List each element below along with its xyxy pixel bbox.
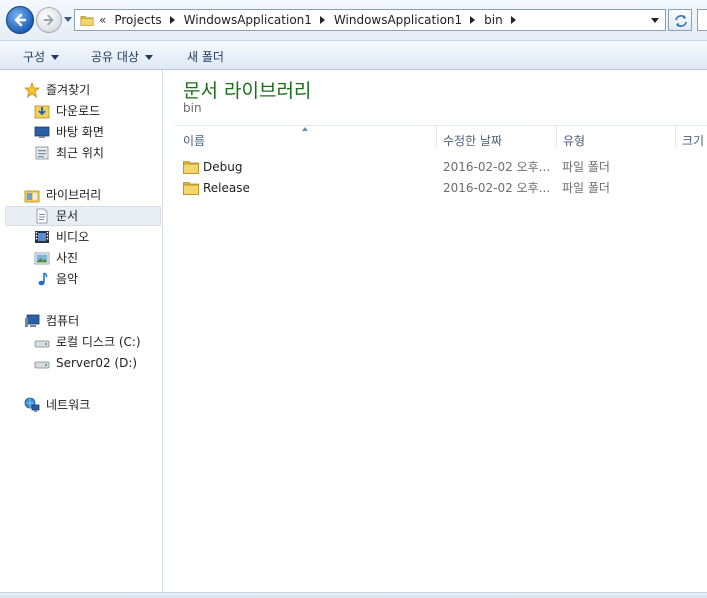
column-header-name[interactable]: 이름 (183, 132, 205, 149)
column-divider[interactable] (436, 126, 437, 148)
selection-highlight (5, 206, 161, 226)
file-name: Debug (203, 160, 243, 174)
drive-icon (34, 361, 50, 369)
pictures-icon (34, 252, 50, 265)
refresh-icon (675, 15, 687, 27)
file-name: Release (203, 181, 250, 195)
breadcrumb-item[interactable]: WindowsApplication1 (334, 13, 484, 27)
nav-label: 로컬 디스크 (C:) (56, 335, 141, 349)
column-header-date[interactable]: 수정한 날짜 (443, 132, 502, 149)
command-bar: 구성 공유 대상 새 폴더 (0, 40, 707, 70)
nav-label: 비디오 (56, 230, 90, 244)
breadcrumb-item[interactable]: WindowsApplication1 (184, 13, 334, 27)
breadcrumb-separator-icon[interactable] (470, 16, 476, 24)
new-folder-button[interactable]: 새 폴더 (187, 48, 224, 65)
breadcrumb-overflow[interactable]: « (99, 13, 106, 27)
nav-label: 다운로드 (56, 104, 101, 118)
organize-button[interactable]: 구성 (23, 48, 60, 65)
forward-arrow-icon (43, 14, 54, 26)
forward-button[interactable] (36, 7, 62, 33)
nav-label: 컴퓨터 (46, 314, 80, 328)
address-row: « Projects WindowsApplication1 WindowsAp… (0, 0, 707, 40)
folder-icon (183, 182, 199, 195)
chevron-down-icon (51, 55, 60, 60)
refresh-button[interactable] (668, 9, 692, 31)
search-input[interactable] (697, 9, 707, 31)
folder-icon (80, 13, 94, 30)
column-divider[interactable] (675, 126, 676, 148)
recent-pages-dropdown[interactable] (64, 17, 72, 22)
documents-icon (36, 208, 48, 224)
download-folder-icon (34, 105, 50, 119)
address-bar[interactable]: « Projects WindowsApplication1 WindowsAp… (74, 9, 666, 31)
sort-ascending-icon (302, 127, 308, 131)
column-header-type[interactable]: 유형 (563, 132, 585, 149)
breadcrumb-label[interactable]: bin (484, 13, 503, 27)
nav-label: 최근 위치 (56, 146, 104, 160)
file-type: 파일 폴더 (562, 160, 610, 174)
nav-label: 문서 (56, 209, 79, 223)
libraries-icon (24, 190, 40, 203)
file-type: 파일 폴더 (562, 181, 610, 195)
status-bar (0, 592, 707, 598)
breadcrumb-label[interactable]: WindowsApplication1 (334, 13, 462, 27)
breadcrumb-separator-icon[interactable] (319, 16, 325, 24)
breadcrumb-item[interactable]: Projects (114, 13, 183, 27)
address-dropdown-icon[interactable] (651, 18, 659, 23)
share-label: 공유 대상 (91, 50, 139, 64)
file-date: 2016-02-02 오후... (443, 181, 551, 195)
breadcrumb-item[interactable]: bin (484, 13, 525, 27)
star-icon (24, 82, 40, 98)
share-with-button[interactable]: 공유 대상 (91, 48, 153, 65)
file-row[interactable]: Debug 2016-02-02 오후... 파일 폴더 (183, 157, 707, 177)
content-pane: 문서 라이브러리 bin 이름 수정한 날짜 유형 크기 Debug 2016-… (163, 70, 707, 592)
back-button[interactable] (6, 6, 34, 34)
library-title: 문서 라이브러리 (183, 80, 312, 102)
drive-icon (34, 340, 50, 348)
breadcrumb-separator-icon[interactable] (510, 16, 516, 24)
nav-label: 음악 (56, 272, 79, 286)
column-divider[interactable] (556, 126, 557, 148)
breadcrumb-separator-icon[interactable] (169, 16, 175, 24)
back-arrow-icon (14, 13, 27, 27)
desktop-icon (34, 126, 50, 138)
nav-label: 바탕 화면 (56, 125, 104, 139)
recent-places-icon (35, 146, 49, 160)
nav-label: 네트워크 (46, 398, 91, 412)
chevron-down-icon (144, 55, 153, 60)
organize-label: 구성 (23, 50, 46, 64)
navigation-pane: 즐겨찾기 다운로드 바탕 화면 최근 위치 라이브러리 문서 비디오 사진 음악… (0, 70, 163, 592)
breadcrumb-label[interactable]: Projects (114, 13, 161, 27)
file-date: 2016-02-02 오후... (443, 160, 551, 174)
breadcrumb-label[interactable]: WindowsApplication1 (184, 13, 312, 27)
videos-icon (35, 231, 49, 243)
nav-label: 라이브러리 (46, 188, 102, 202)
nav-label: 즐겨찾기 (46, 83, 91, 97)
library-subtitle: bin (183, 101, 202, 115)
header-divider (175, 125, 707, 126)
music-note-icon (38, 272, 48, 286)
nav-label: Server02 (D:) (56, 356, 138, 370)
nav-label: 사진 (56, 251, 79, 265)
file-row[interactable]: Release 2016-02-02 오후... 파일 폴더 (183, 178, 707, 198)
column-header-size[interactable]: 크기 (682, 132, 704, 149)
computer-icon (25, 314, 40, 327)
folder-icon (183, 161, 199, 174)
network-icon (24, 397, 40, 412)
